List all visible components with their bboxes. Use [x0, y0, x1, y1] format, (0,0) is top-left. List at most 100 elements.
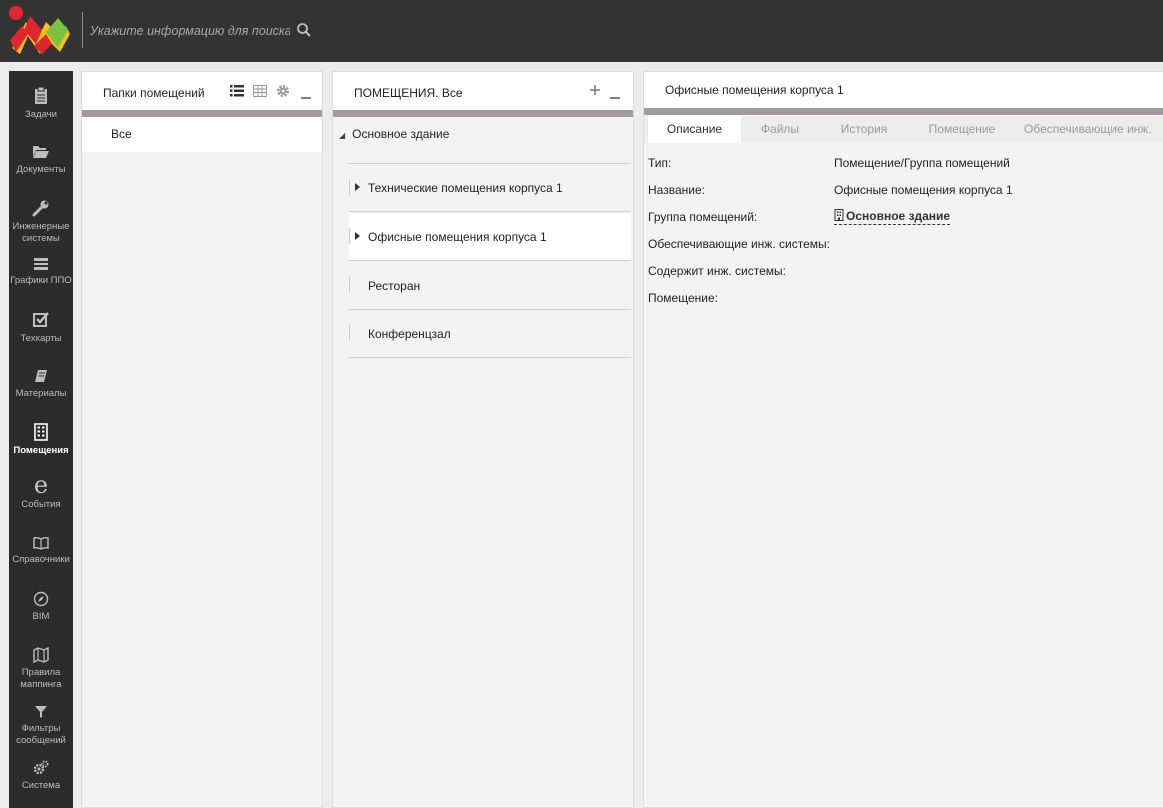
nav-label-engineering-2: системы [22, 233, 60, 244]
tree-guide-line [349, 179, 350, 195]
tree-node-office[interactable]: Офисные помещения корпуса 1 [349, 213, 631, 261]
minimize-icon[interactable] [609, 84, 621, 100]
nav-item-techcards[interactable]: Техкарты [9, 311, 73, 345]
nav-label-rooms: Помещения [13, 445, 69, 456]
prop-type-value: Помещение/Группа помещений [834, 156, 1010, 170]
list-view-icon[interactable] [230, 85, 244, 97]
tab-description[interactable]: Описание [648, 116, 741, 143]
prop-providing-label: Обеспечивающие инж. системы: [648, 237, 830, 251]
tree-node-technical[interactable]: Технические помещения корпуса 1 [349, 164, 631, 212]
nav-item-materials[interactable]: Материалы [9, 368, 73, 400]
nav-item-tasks[interactable]: Задачи [9, 87, 73, 121]
prop-type-label: Тип: [648, 156, 672, 170]
tree-node-label: Офисные помещения корпуса 1 [368, 230, 547, 244]
tree-node-label: Технические помещения корпуса 1 [368, 181, 563, 195]
schedule-bars-icon [34, 258, 48, 270]
events-e-icon: e [33, 471, 49, 499]
book-icon [35, 370, 47, 382]
table-view-icon[interactable] [253, 85, 267, 97]
building-icon [34, 423, 48, 441]
checkbox-icon [33, 312, 49, 327]
collapsed-triangle-icon[interactable] [355, 183, 360, 191]
nav-label-tasks: Задачи [25, 109, 57, 120]
prop-contains-label: Содержит инж. системы: [648, 264, 786, 278]
folder-item-all[interactable]: Все [82, 117, 322, 152]
details-panel: Офисные помещения корпуса 1 Описание Фай… [643, 71, 1163, 808]
tree-guide-line [349, 228, 350, 244]
folders-panel-band [82, 110, 322, 117]
nav-label-refs: Справочники [12, 554, 70, 565]
nav-item-engineering[interactable]: Инженерные системы [9, 199, 73, 245]
nav-label-documents: Документы [16, 164, 66, 175]
details-panel-title: Офисные помещения корпуса 1 [665, 83, 844, 97]
nav-label-mapping-2: маппинга [20, 679, 62, 690]
gears-icon [33, 760, 49, 775]
nav-item-system[interactable]: Система [9, 760, 73, 792]
details-panel-band [644, 108, 1163, 115]
compass-icon [33, 591, 49, 607]
prop-group-label: Группа помещений: [648, 210, 758, 224]
search-icon[interactable] [296, 22, 312, 38]
nav-label-bim: BIM [32, 611, 50, 622]
app-logo[interactable] [8, 4, 72, 56]
tab-providing-systems[interactable]: Обеспечивающие инж. [1024, 116, 1163, 143]
nav-item-documents[interactable]: Документы [9, 144, 73, 176]
nav-label-engineering-1: Инженерные [12, 221, 70, 232]
wrench-icon [32, 200, 49, 217]
logo-separator [82, 12, 83, 48]
clipboard-icon [35, 87, 47, 104]
tree-root-main-building[interactable]: ◢ Основное здание [339, 127, 449, 141]
rooms-panel-header: ПОМЕЩЕНИЯ. Все [333, 72, 633, 110]
nav-item-filters[interactable]: Фильтры сообщений [9, 705, 73, 747]
nav-item-bim[interactable]: BIM [9, 591, 73, 623]
tree-node-conference[interactable]: Конференцзал [349, 310, 631, 358]
nav-label-events: События [21, 499, 61, 510]
tree-root-label: Основное здание [352, 127, 450, 141]
filter-icon [35, 706, 47, 718]
open-book-icon [33, 536, 49, 550]
tree-node-restaurant[interactable]: Ресторан [349, 262, 631, 310]
expanded-triangle-icon: ◢ [339, 131, 346, 140]
tree-guide-line [349, 277, 350, 293]
tab-files[interactable]: Файлы [744, 116, 816, 143]
nav-item-refs[interactable]: Справочники [9, 536, 73, 566]
details-tabs: Описание Файлы История Помещение Обеспеч… [644, 116, 1163, 143]
folder-open-icon [33, 146, 49, 158]
top-bar [0, 0, 1163, 62]
tree-node-label: Ресторан [368, 279, 421, 293]
gear-icon[interactable] [276, 84, 290, 98]
prop-room-label: Помещение: [648, 291, 718, 305]
rooms-panel: ПОМЕЩЕНИЯ. Все ◢ Основное здание Техничес… [332, 71, 634, 808]
map-icon [33, 647, 49, 663]
rooms-panel-band [333, 110, 633, 117]
nav-item-mapping[interactable]: Правила маппинга [9, 647, 73, 691]
prop-group-value: Основное здание [846, 209, 951, 223]
nav-label-filters-1: Фильтры [21, 723, 61, 734]
nav-label-system: Система [21, 780, 61, 791]
details-panel-header: Офисные помещения корпуса 1 [644, 72, 1163, 108]
nav-label-techcards: Техкарты [20, 333, 62, 344]
prop-group-link[interactable]: Основное здание [834, 209, 951, 225]
nav-label-materials: Материалы [15, 388, 67, 399]
folders-panel-header: Папки помещений [82, 72, 322, 110]
tab-room[interactable]: Помещение [916, 116, 1008, 143]
tree-node-label: Конференцзал [368, 327, 451, 341]
nav-label-filters-2: сообщений [16, 735, 66, 746]
tab-history[interactable]: История [824, 116, 904, 143]
tree-guide-line [349, 325, 350, 341]
nav-label-mapping-1: Правила [21, 667, 61, 678]
rooms-panel-title: ПОМЕЩЕНИЯ. Все [354, 86, 463, 100]
prop-name-value: Офисные помещения корпуса 1 [834, 183, 1013, 197]
sidebar-nav: Задачи Документы Инженерные системы Граф… [9, 71, 73, 808]
building-icon [834, 209, 844, 221]
search-input[interactable] [90, 20, 290, 42]
minimize-icon[interactable] [300, 84, 312, 100]
add-icon[interactable] [589, 84, 601, 96]
nav-label-ppo: Графики ППО [10, 275, 72, 286]
nav-item-rooms[interactable]: Помещения [9, 423, 73, 457]
folders-panel: Папки помещений Все [81, 71, 323, 808]
nav-item-events[interactable]: e События [9, 471, 73, 511]
folders-panel-title: Папки помещений [103, 86, 205, 100]
nav-item-ppo[interactable]: Графики ППО [9, 257, 73, 287]
collapsed-triangle-icon[interactable] [355, 232, 360, 240]
